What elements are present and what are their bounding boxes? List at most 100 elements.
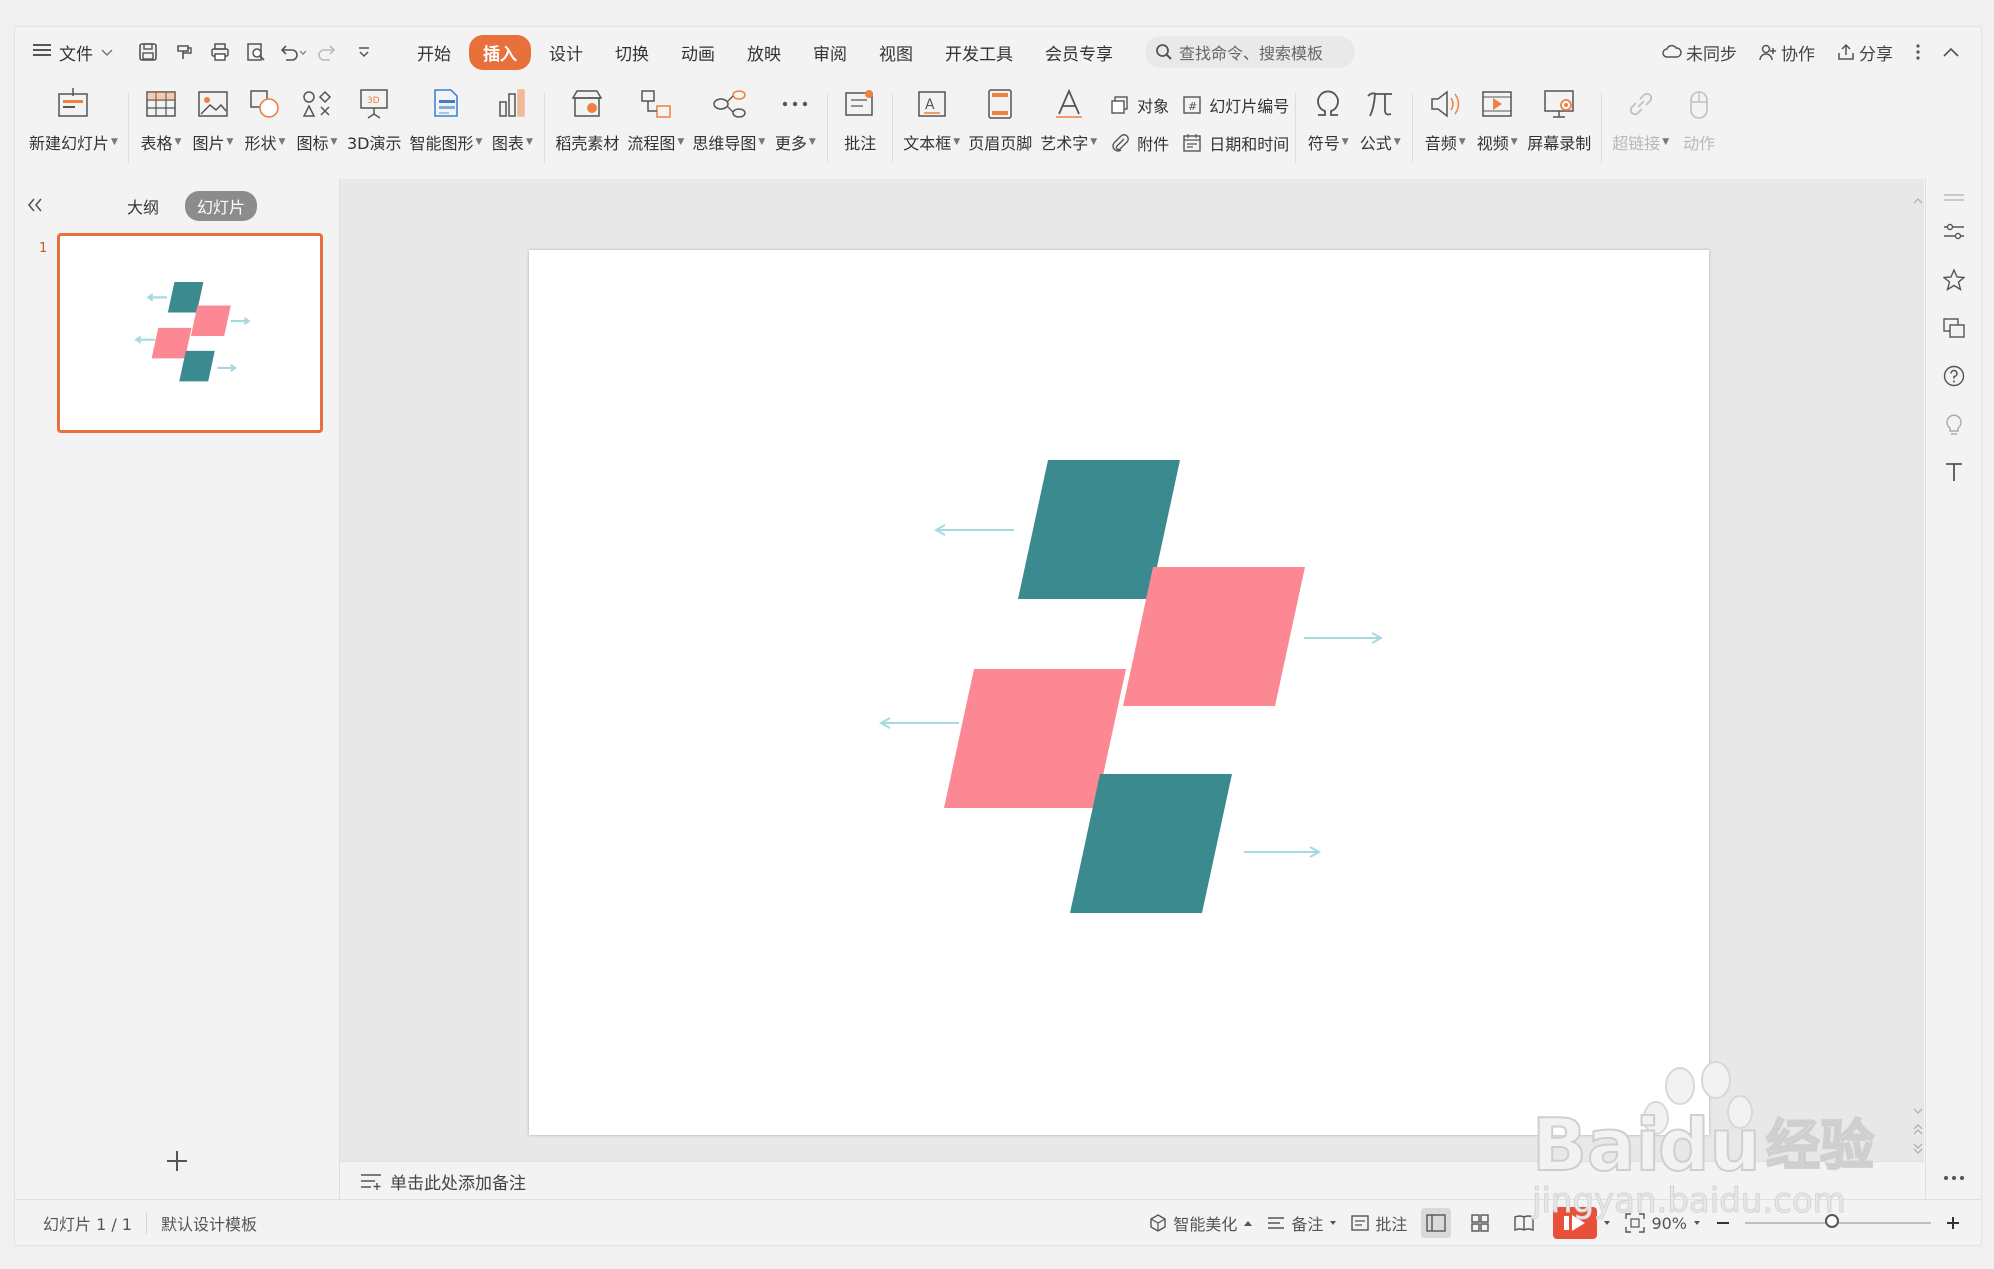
collapse-ribbon-button[interactable] (1943, 47, 1959, 57)
chart-button[interactable]: 图表 ▼ (486, 79, 538, 154)
slide-thumbnail-1[interactable] (57, 233, 323, 433)
tab-member[interactable]: 会员专享 (1031, 35, 1127, 70)
tab-transitions[interactable]: 切换 (601, 35, 663, 70)
table-button[interactable]: 表格 ▼ (135, 79, 187, 154)
smart-beautify-button[interactable]: 智能美化 (1149, 1211, 1253, 1235)
format-painter-button[interactable] (169, 37, 199, 67)
symbol-button[interactable]: 符号 ▼ (1302, 79, 1354, 154)
chart-icon (499, 89, 526, 117)
action-button[interactable]: 动作 (1673, 79, 1725, 154)
arrow-right-bottom[interactable] (1244, 846, 1322, 858)
flowchart-button[interactable]: 流程图 ▼ (623, 79, 688, 154)
collaborate-button[interactable]: 协作 (1759, 40, 1815, 65)
smartart-icon (434, 89, 458, 117)
header-footer-button[interactable]: 页眉页脚 (964, 79, 1036, 154)
more-options-button[interactable] (1915, 43, 1921, 61)
share-icon (1838, 43, 1854, 60)
design-template[interactable]: 默认设计模板 (147, 1211, 271, 1235)
print-preview-icon (247, 43, 265, 61)
undo-button[interactable] (277, 37, 307, 67)
vertical-scrollbar[interactable] (1911, 179, 1925, 1161)
animation-pane-button[interactable] (1941, 267, 1967, 293)
comment-button[interactable]: 批注 (834, 79, 886, 154)
save-icon (139, 43, 157, 61)
sync-label: 未同步 (1686, 44, 1737, 65)
sync-status-button[interactable]: 未同步 (1662, 40, 1737, 65)
share-label: 分享 (1859, 44, 1893, 65)
screen-record-button[interactable]: 屏幕录制 (1523, 79, 1595, 154)
mindmap-button[interactable]: 思维导图 ▼ (688, 79, 769, 154)
more-panes-button[interactable] (1941, 1165, 1967, 1191)
customize-toolbar-button[interactable] (349, 37, 379, 67)
tab-outline[interactable]: 大纲 (115, 191, 171, 221)
thumb-arrow-2 (230, 317, 251, 326)
share-button[interactable]: 分享 (1837, 40, 1893, 65)
audio-button[interactable]: 音频 ▼ (1419, 79, 1471, 154)
video-button[interactable]: 视频 ▼ (1471, 79, 1523, 154)
menubar-right: 未同步 协作 分享 (1662, 40, 1959, 65)
caret-down-icon[interactable] (1603, 1220, 1611, 1226)
tab-developer[interactable]: 开发工具 (931, 35, 1027, 70)
wordart-icon (1055, 88, 1082, 118)
slide-sorter-view-button[interactable] (1465, 1208, 1495, 1238)
datetime-button[interactable]: 日期和时间 (1181, 131, 1289, 155)
formula-button[interactable]: 公式 ▼ (1354, 79, 1406, 154)
object-button[interactable]: 对象 (1109, 93, 1169, 117)
arrow-right-top[interactable] (1304, 632, 1384, 644)
tab-design[interactable]: 设计 (535, 35, 597, 70)
more-button[interactable]: 更多 ▼ (769, 79, 821, 154)
current-slide[interactable] (529, 250, 1709, 1135)
save-button[interactable] (133, 37, 163, 67)
ribbon-tabs: 开始 插入 设计 切换 动画 放映 审阅 视图 开发工具 会员专享 (403, 34, 1127, 70)
tab-home[interactable]: 开始 (403, 35, 465, 70)
hyperlink-button[interactable]: 超链接 ▼ (1608, 79, 1673, 154)
print-button[interactable] (205, 37, 235, 67)
tab-insert[interactable]: 插入 (469, 34, 531, 70)
picture-button[interactable]: 图片 ▼ (187, 79, 239, 154)
tab-slideshow[interactable]: 放映 (733, 35, 795, 70)
command-search[interactable]: 查找命令、搜索模板 (1145, 36, 1355, 68)
text-icon (1946, 463, 1962, 481)
pink-parallelogram-right[interactable] (1123, 567, 1305, 706)
caret-up-icon (1244, 1221, 1253, 1226)
slide-switch-button[interactable] (1941, 315, 1967, 341)
arrow-left-bottom[interactable] (878, 717, 959, 729)
format-painter-icon (177, 45, 192, 59)
normal-view-button[interactable] (1421, 1208, 1452, 1238)
zoom-in-button[interactable] (1945, 1215, 1961, 1231)
print-preview-button[interactable] (241, 37, 271, 67)
help-button[interactable] (1941, 363, 1967, 389)
comments-toggle-button[interactable]: 批注 (1351, 1211, 1407, 1235)
shape-button[interactable]: 形状 ▼ (239, 79, 291, 154)
undo-icon (280, 45, 306, 61)
material-button[interactable]: 稻壳素材 (551, 79, 623, 154)
tab-view[interactable]: 视图 (865, 35, 927, 70)
insert-small-group-2: # 幻灯片编号 日期和时间 (1181, 79, 1289, 155)
notes-toggle-button[interactable]: 备注 (1267, 1211, 1337, 1235)
notes-placeholder: 单击此处添加备注 (390, 1173, 526, 1194)
wordart-button[interactable]: 艺术字 ▼ (1036, 79, 1101, 154)
slide-number-button[interactable]: # 幻灯片编号 (1181, 93, 1289, 117)
right-task-pane-bar (1925, 179, 1981, 1199)
smartart-button[interactable]: 智能图形 ▼ (405, 79, 486, 154)
tab-review[interactable]: 审阅 (799, 35, 861, 70)
collapse-panel-button[interactable] (23, 191, 47, 219)
properties-button[interactable] (1941, 219, 1967, 245)
file-menu[interactable]: 文件 (33, 40, 113, 65)
zoom-slider[interactable] (1745, 1214, 1931, 1228)
normal-view-icon (1426, 1214, 1447, 1232)
tab-animations[interactable]: 动画 (667, 35, 729, 70)
link-icon (1629, 92, 1652, 116)
new-slide-button[interactable]: 新建幻灯片 ▼ (25, 79, 122, 154)
tips-button[interactable] (1941, 411, 1967, 437)
add-slide-button[interactable] (163, 1147, 191, 1175)
redo-button[interactable] (313, 37, 343, 67)
3d-demo-button[interactable]: 3D 3D演示 (343, 79, 406, 154)
video-icon (1482, 91, 1512, 117)
attachment-button[interactable]: 附件 (1109, 131, 1169, 155)
text-format-button[interactable] (1941, 459, 1967, 485)
icon-button[interactable]: 图标 ▼ (291, 79, 343, 154)
tab-slides[interactable]: 幻灯片 (185, 191, 258, 221)
textbox-button[interactable]: A 文本框 ▼ (899, 79, 964, 154)
arrow-left-top[interactable] (933, 524, 1014, 536)
